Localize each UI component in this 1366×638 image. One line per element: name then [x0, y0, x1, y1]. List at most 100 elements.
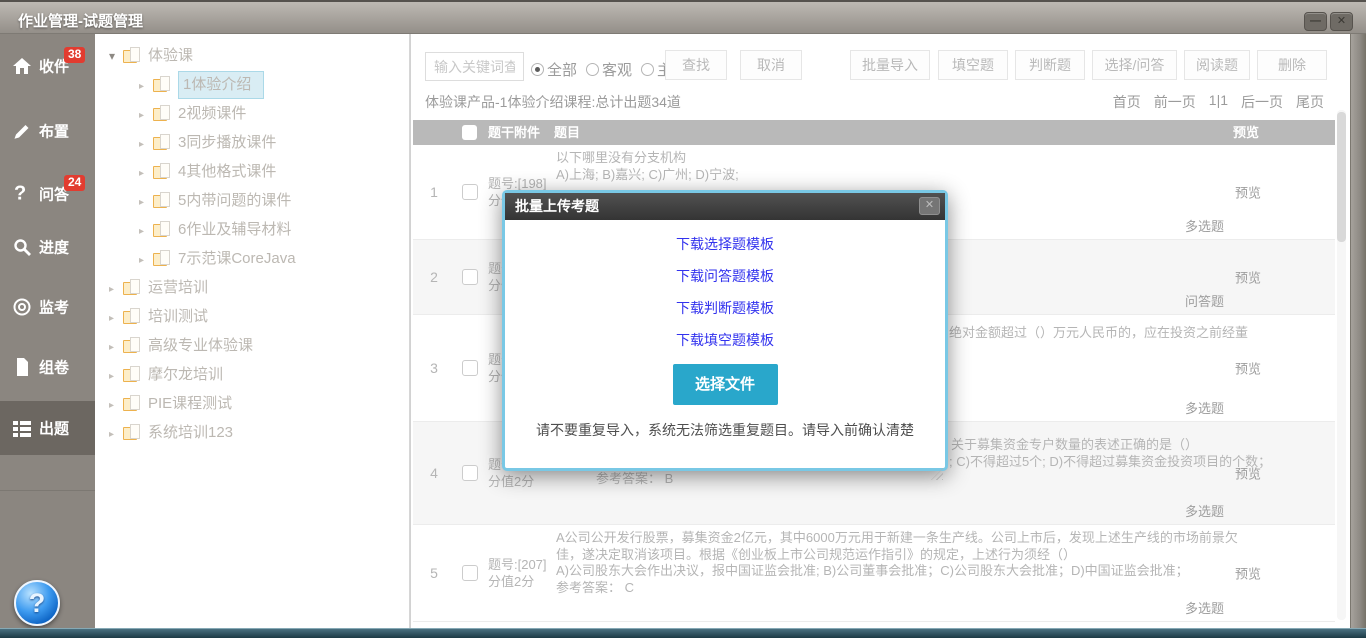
chevron-right-icon[interactable] [139, 101, 153, 130]
sidebar-item-inbox[interactable]: 收件 38 [0, 49, 95, 83]
tree-node-root[interactable]: 体验课 [95, 41, 409, 70]
tree-node-selected[interactable]: 1体验介绍 [95, 70, 409, 99]
tree-node[interactable]: 培训测试 [95, 302, 409, 331]
judge-button[interactable]: 判断题 [1015, 50, 1085, 80]
sidebar-item-paper[interactable]: 组卷 [0, 350, 95, 384]
sidebar-item-qa[interactable]: ? 问答 24 [0, 177, 95, 211]
tree-node-label: 培训测试 [148, 308, 208, 325]
resize-handle-icon[interactable] [931, 468, 943, 480]
download-choice-template-link[interactable]: 下载选择题模板 [505, 234, 945, 254]
preview-link[interactable]: 预览 [1235, 359, 1261, 378]
batch-import-button[interactable]: 批量导入 [850, 50, 930, 80]
cancel-button[interactable]: 取消 [740, 50, 802, 80]
sidebar-item-proctor[interactable]: 监考 [0, 290, 95, 324]
tree-node[interactable]: 5内带问题的课件 [95, 186, 409, 215]
preview-link[interactable]: 预览 [1235, 183, 1261, 202]
chevron-right-icon[interactable] [139, 159, 153, 188]
page-next[interactable]: 后一页 [1241, 92, 1283, 112]
pagination: 首页 前一页 1|1 后一页 尾页 [1113, 92, 1324, 112]
radio-label: 全部 [547, 59, 577, 80]
tree-node[interactable]: 6作业及辅导材料 [95, 215, 409, 244]
header-attachment: 题干附件 [488, 120, 540, 145]
tree-node-label: 系统培训123 [148, 424, 233, 441]
tree-node[interactable]: 2视频课件 [95, 99, 409, 128]
question-type: 多选题 [1185, 398, 1224, 417]
dialog-warning-text: 请不要重复导入，系统无法筛选重复题目。请导入前确认清楚 [505, 420, 945, 440]
choice-qa-button[interactable]: 选择/问答 [1092, 50, 1177, 80]
tree-node-label: 体验课 [148, 47, 193, 64]
chevron-right-icon[interactable] [109, 304, 123, 333]
radio-label: 客观 [602, 59, 632, 80]
folder-doc-icon [153, 192, 170, 207]
search-input[interactable] [425, 52, 524, 81]
tree-node[interactable]: 7示范课CoreJava [95, 244, 409, 273]
help-icon[interactable]: ? [14, 580, 60, 626]
radio-all[interactable]: 全部 [531, 59, 577, 80]
dialog-title: 批量上传考题 [515, 198, 599, 214]
row-checkbox[interactable] [462, 184, 478, 200]
tree-node-label: 5内带问题的课件 [178, 192, 291, 209]
row-meta: 题号:[207] 分值2分 [488, 556, 547, 590]
sidebar-item-assign[interactable]: 布置 [0, 114, 95, 148]
select-all-checkbox[interactable] [462, 125, 477, 140]
download-judge-template-link[interactable]: 下载判断题模板 [505, 298, 945, 318]
search-button[interactable]: 查找 [665, 50, 727, 80]
folder-doc-icon [123, 337, 140, 352]
tree-node-label: PIE课程测试 [148, 395, 232, 412]
download-fillblank-template-link[interactable]: 下载填空题模板 [505, 330, 945, 350]
chevron-right-icon[interactable] [109, 333, 123, 362]
pencil-icon [12, 121, 32, 141]
choose-file-button[interactable]: 选择文件 [673, 364, 778, 405]
row-number: 5 [423, 565, 445, 581]
page-prev[interactable]: 前一页 [1154, 92, 1196, 112]
question-score: 分值2分 [488, 573, 547, 590]
preview-link[interactable]: 预览 [1235, 564, 1261, 583]
chevron-right-icon[interactable] [139, 217, 153, 246]
tree-node[interactable]: 摩尔龙培训 [95, 360, 409, 389]
row-checkbox[interactable] [462, 360, 478, 376]
table-row: 5 题号:[207] 分值2分 A公司公开发行股票，募集资金2亿元，其中6000… [413, 525, 1335, 622]
chevron-down-icon[interactable] [109, 42, 123, 72]
window-title: 作业管理-试题管理 [18, 10, 143, 31]
question-type: 多选题 [1185, 216, 1224, 235]
tree-node[interactable]: 系统培训123 [95, 418, 409, 447]
tree-node[interactable]: 4其他格式课件 [95, 157, 409, 186]
preview-link[interactable]: 预览 [1235, 464, 1261, 483]
page-first[interactable]: 首页 [1113, 92, 1141, 112]
sidebar-item-progress[interactable]: 进度 [0, 230, 95, 264]
scrollbar-thumb[interactable] [1337, 112, 1346, 242]
tree-node-label: 运营培训 [148, 279, 208, 296]
tree-node[interactable]: 3同步播放课件 [95, 128, 409, 157]
row-checkbox[interactable] [462, 565, 478, 581]
dialog-close-icon[interactable]: ✕ [919, 197, 940, 215]
delete-button[interactable]: 删除 [1257, 50, 1327, 80]
page-last[interactable]: 尾页 [1296, 92, 1324, 112]
chevron-right-icon[interactable] [109, 362, 123, 391]
tree-node[interactable]: 高级专业体验课 [95, 331, 409, 360]
sidebar-item-create-question[interactable]: 出题 [0, 401, 95, 455]
radio-objective[interactable]: 客观 [586, 59, 632, 80]
fill-blank-button[interactable]: 填空题 [938, 50, 1008, 80]
chevron-right-icon[interactable] [109, 391, 123, 420]
window-right-frame [1350, 34, 1366, 628]
dialog-titlebar[interactable]: 批量上传考题 ✕ [505, 193, 945, 220]
radio-dot [641, 63, 654, 76]
chevron-right-icon[interactable] [139, 72, 153, 101]
tree-node[interactable]: 运营培训 [95, 273, 409, 302]
close-icon[interactable]: ✕ [1330, 12, 1353, 31]
chevron-right-icon[interactable] [139, 130, 153, 159]
row-checkbox[interactable] [462, 465, 478, 481]
reading-button[interactable]: 阅读题 [1184, 50, 1250, 80]
folder-doc-icon [153, 221, 170, 236]
chevron-right-icon[interactable] [109, 275, 123, 304]
chevron-right-icon[interactable] [139, 188, 153, 217]
chevron-right-icon[interactable] [139, 246, 153, 275]
preview-link[interactable]: 预览 [1235, 268, 1261, 287]
row-number: 1 [423, 184, 445, 200]
row-checkbox[interactable] [462, 269, 478, 285]
question-text: ; C)不得超过5个; D)不得超过募集资金投资项目的个数； [949, 451, 1271, 470]
download-qa-template-link[interactable]: 下载问答题模板 [505, 266, 945, 286]
chevron-right-icon[interactable] [109, 420, 123, 449]
minimize-icon[interactable]: — [1304, 12, 1327, 31]
tree-node[interactable]: PIE课程测试 [95, 389, 409, 418]
